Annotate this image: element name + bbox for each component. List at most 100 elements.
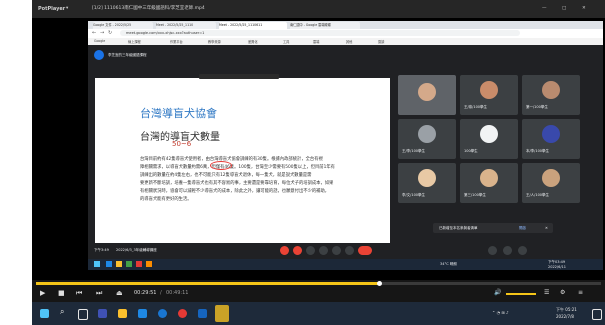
participant-tile[interactable]: 第三/100學生 bbox=[460, 163, 518, 203]
avatar bbox=[480, 125, 498, 143]
back-icon[interactable]: ← bbox=[92, 30, 96, 36]
participant-name: 100學生 bbox=[464, 149, 478, 153]
participant-name: 第一/100學生 bbox=[526, 105, 548, 109]
participant-tile[interactable]: 李/文/100學生 bbox=[398, 163, 456, 203]
bookmark-item[interactable]: 工具 bbox=[283, 39, 289, 44]
recorded-taskbar: 34°C 晴朗 下午03:49 2022/6/11 bbox=[88, 259, 603, 270]
participant-tile[interactable]: 王/人/100學生 bbox=[522, 163, 580, 203]
bookmark-item[interactable]: Google bbox=[94, 39, 105, 43]
browser-tab[interactable]: Google 文件 - 2022/5/25 bbox=[93, 22, 153, 29]
browser-tab-active[interactable]: Meet - 2022/5/25_1110611 bbox=[219, 22, 287, 29]
weather-text: 34°C 晴朗 bbox=[440, 262, 457, 266]
bookmark-item[interactable]: 差異化 bbox=[248, 39, 258, 44]
volume-icon[interactable]: 🔊 bbox=[494, 289, 501, 296]
reload-icon[interactable]: ↻ bbox=[108, 30, 112, 36]
total-time: 00:49:11 bbox=[166, 290, 189, 296]
browser-tab[interactable]: Meet - 2022/5/25_1110 bbox=[156, 22, 216, 29]
mic-off-icon[interactable] bbox=[280, 246, 289, 255]
previous-icon[interactable]: ⏮ bbox=[76, 289, 82, 298]
participant-tile[interactable]: 100學生 bbox=[460, 119, 518, 159]
settings-icon[interactable]: ⚙ bbox=[560, 289, 565, 296]
participant-name: 王/李/100學生 bbox=[402, 149, 426, 153]
forward-icon[interactable]: → bbox=[100, 30, 104, 36]
notification-center-icon[interactable] bbox=[592, 309, 602, 320]
bookmark-item[interactable]: 線上課程 bbox=[128, 39, 141, 44]
slide-paragraph-line: 的導盲犬能有更好的生活。 bbox=[140, 197, 192, 202]
chat-icon[interactable] bbox=[518, 246, 527, 255]
people-icon[interactable] bbox=[503, 246, 512, 255]
play-icon[interactable]: ▶ bbox=[40, 289, 45, 297]
close-icon[interactable]: ✕ bbox=[582, 0, 586, 18]
time-separator: / bbox=[160, 290, 162, 296]
browser-tab[interactable]: 南仁國中 - Google 雲端硬碟 bbox=[290, 22, 360, 29]
eject-icon[interactable]: ⏏ bbox=[116, 289, 123, 297]
notification-toast: 已新增至本名參與者清單 開啟 ✕ bbox=[433, 223, 553, 233]
menu-icon[interactable]: ≡ bbox=[578, 289, 583, 296]
leave-call-button[interactable] bbox=[358, 246, 372, 255]
active-app-icon[interactable] bbox=[215, 305, 229, 322]
participant-tile[interactable]: 王/李/100學生 bbox=[398, 119, 456, 159]
app-icon bbox=[146, 261, 152, 267]
app-icon bbox=[136, 261, 142, 267]
slide-paragraph-line: 台灣目前約有42隻導盲犬使用者，由台灣導盲犬協會訓練的有30隻。根據內政部統計，… bbox=[140, 157, 323, 162]
bookmark-item[interactable]: 閱讀 bbox=[378, 39, 384, 44]
stop-icon[interactable]: ■ bbox=[58, 289, 65, 297]
app-name: PotPlayer bbox=[38, 6, 66, 12]
close-icon[interactable]: ✕ bbox=[545, 226, 548, 230]
slide-paragraph-line: 訓練出的數量在約4隻左右，也不可能只有12隻導盲犬退休，每一隻犬，就是說犬數量是… bbox=[140, 173, 312, 178]
annotation-circle bbox=[210, 161, 232, 170]
next-icon[interactable]: ⏭ bbox=[96, 289, 102, 298]
avatar bbox=[542, 169, 560, 187]
avatar bbox=[480, 169, 498, 187]
annotation-toolbar[interactable] bbox=[199, 74, 279, 79]
avatar bbox=[418, 125, 436, 143]
recorded-time: 下午03:49 bbox=[548, 260, 566, 264]
menu-caret-icon[interactable]: ▾ bbox=[66, 0, 68, 18]
participant-name: 本/李/100學生 bbox=[526, 149, 550, 153]
info-icon[interactable] bbox=[488, 246, 497, 255]
seek-handle[interactable] bbox=[377, 281, 382, 286]
edge-icon[interactable] bbox=[138, 309, 147, 318]
bookmark-item[interactable]: 教學資源 bbox=[208, 39, 221, 44]
app-icon[interactable] bbox=[98, 309, 107, 318]
participant-tile[interactable]: 王/臺/100學生 bbox=[460, 75, 518, 115]
participant-tile[interactable]: 第一/100學生 bbox=[522, 75, 580, 115]
clock-date: 2022/7/8 bbox=[556, 314, 574, 319]
bookmark-item[interactable]: 雲端 bbox=[313, 39, 319, 44]
folder-icon bbox=[116, 261, 122, 267]
video-file-title: [1/2] 1110613南仁國中三年級國語科/李芝宜老師.mp4 bbox=[92, 6, 205, 11]
minimize-icon[interactable]: — bbox=[542, 0, 547, 18]
meet-logo-icon bbox=[94, 50, 104, 60]
captions-icon[interactable] bbox=[306, 246, 315, 255]
browser-tab-strip: Google 文件 - 2022/5/25 Meet - 2022/5/25_1… bbox=[88, 21, 603, 29]
bookmark-item[interactable]: 作業平台 bbox=[170, 39, 183, 44]
task-view-icon[interactable] bbox=[78, 309, 88, 320]
app-icon bbox=[126, 261, 132, 267]
recorded-date: 2022/6/11 bbox=[548, 265, 566, 269]
slide-paragraph-line: 障相關需求，以導盲犬數量約需6萬，但僅有46隻。100隻，台灣至少需要有500隻… bbox=[140, 165, 335, 170]
folder-icon[interactable] bbox=[118, 309, 127, 318]
seek-bar[interactable] bbox=[36, 281, 601, 286]
chrome-icon[interactable] bbox=[178, 309, 187, 318]
volume-slider[interactable] bbox=[506, 293, 536, 295]
notification-action-link[interactable]: 開啟 bbox=[519, 226, 526, 230]
camera-off-icon[interactable] bbox=[293, 246, 302, 255]
raise-hand-icon[interactable] bbox=[319, 246, 328, 255]
participant-name: 王/臺/100學生 bbox=[464, 105, 488, 109]
playlist-icon[interactable]: ☰ bbox=[544, 289, 549, 296]
tray-icons[interactable]: ⌃ ◔ ⊞ ♪ bbox=[492, 310, 509, 315]
present-icon[interactable] bbox=[332, 246, 341, 255]
avatar bbox=[418, 169, 436, 187]
clock-time: 下午 05:21 bbox=[556, 307, 577, 312]
url-field[interactable]: meet.google.com/xxx-xhjsc-xxx?authuser=1 bbox=[126, 30, 204, 36]
maximize-icon[interactable]: □ bbox=[562, 0, 566, 18]
search-icon[interactable]: ⌕ bbox=[60, 308, 64, 316]
word-icon[interactable] bbox=[198, 309, 207, 318]
windows-start-icon[interactable] bbox=[40, 309, 49, 318]
participant-tile-active[interactable] bbox=[398, 75, 456, 115]
participant-tile[interactable]: 本/李/100學生 bbox=[522, 119, 580, 159]
bookmark-item[interactable]: 其他 bbox=[346, 39, 352, 44]
notification-text: 已新增至本名參與者清單 bbox=[439, 226, 478, 230]
more-options-icon[interactable] bbox=[345, 246, 354, 255]
app-icon[interactable] bbox=[158, 309, 167, 318]
